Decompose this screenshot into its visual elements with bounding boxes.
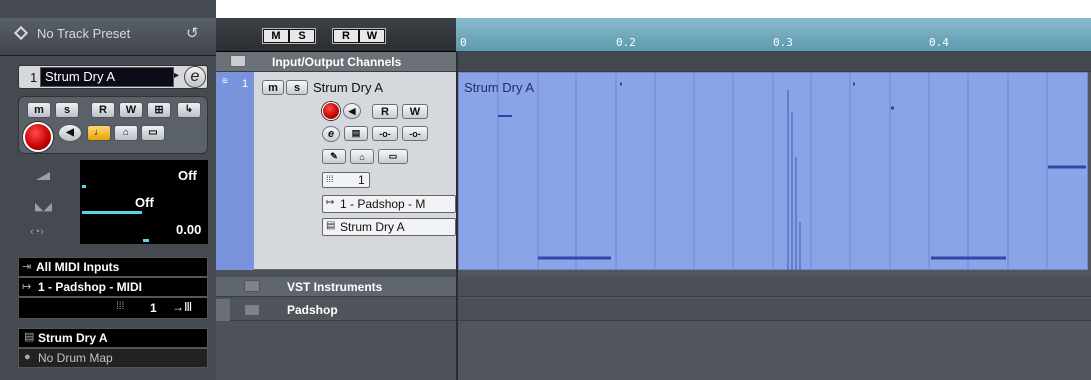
input-routing-label: All MIDI Inputs <box>36 260 120 274</box>
ruler-tick-3: 0.4 <box>929 36 949 49</box>
track-solo-button[interactable]: s <box>286 80 308 95</box>
pan-position-bar <box>82 211 142 214</box>
event-display-grid-vsti <box>458 277 1091 297</box>
folder-io-label: Input/Output Channels <box>272 55 402 69</box>
freeze-icon: ⊞ <box>154 103 164 116</box>
event-display-grid-padshop <box>458 299 1091 321</box>
global-mute-label: M <box>264 30 288 42</box>
folder-icon <box>230 55 246 67</box>
velocity-spikes <box>787 90 801 270</box>
track-output-icon: ↦ <box>326 197 335 208</box>
record-enable-button[interactable] <box>23 122 53 152</box>
read-button[interactable]: R <box>91 102 115 118</box>
track-row[interactable] <box>254 72 456 270</box>
volume-level-bar <box>82 185 86 188</box>
channel-piano-icon[interactable]: →Ⅲ <box>172 300 192 314</box>
track-lanes-icon: ▤ <box>351 128 361 138</box>
timebase-button[interactable]: ♩ <box>87 125 111 141</box>
track-number: 1 <box>30 70 38 85</box>
track-lanes-button[interactable]: ▤ <box>344 126 368 141</box>
volume-icon <box>36 172 50 180</box>
track-output-label: 1 - Padshop - M <box>340 197 426 211</box>
output-route-icon: ↳ <box>184 104 194 115</box>
write-button[interactable]: W <box>119 102 143 118</box>
track-lock-button[interactable]: ⌂ <box>350 149 374 164</box>
speaker-icon: ◀ <box>66 127 74 138</box>
delay-icon: ‹◔› <box>30 226 44 238</box>
track-monitor-button[interactable]: ◀ <box>343 103 361 119</box>
track-sends-icon: -o- <box>409 128 421 139</box>
folder-padshop-label: Padshop <box>287 303 338 317</box>
track-row-name: Strum Dry A <box>313 80 384 95</box>
lock-icon: ⌂ <box>122 127 130 138</box>
track-name-text: Strum Dry A <box>45 69 116 84</box>
track-lane-display-button[interactable]: ▭ <box>378 149 408 164</box>
track-program-icon: ▤ <box>326 220 336 231</box>
track-insert-button[interactable]: -o- <box>372 126 398 141</box>
lane-icon: ▭ <box>148 127 158 138</box>
folder-vsti-label: VST Instruments <box>287 280 383 294</box>
track-insert-icon: -o- <box>379 128 391 139</box>
track-channel-value: 1 <box>358 173 365 187</box>
program-icon: ▤ <box>24 331 35 343</box>
channel-icon: ⁞⁞⁞ <box>116 301 125 312</box>
track-row-selected-stripe <box>216 72 254 270</box>
track-write-button[interactable]: W <box>402 104 428 119</box>
monitor-button[interactable]: ◀ <box>58 124 82 142</box>
track-lane-icon: ▭ <box>388 151 398 161</box>
drum-map-label: No Drum Map <box>38 351 113 365</box>
input-routing-icon: ⇥ <box>22 261 32 273</box>
solo-button[interactable]: s <box>55 102 79 118</box>
global-read-write-group[interactable]: R W <box>332 28 386 44</box>
output-routing-label: 1 - Padshop - MIDI <box>38 280 143 294</box>
track-mute-button[interactable]: m <box>262 80 284 95</box>
mute-button[interactable]: m <box>27 102 51 118</box>
delay-position-bar <box>143 239 149 242</box>
track-edit-button[interactable]: e <box>322 126 340 142</box>
lane-button[interactable]: ▭ <box>141 125 165 141</box>
output-route-button[interactable]: ↳ <box>177 102 201 118</box>
output-routing-icon: ↦ <box>22 281 32 293</box>
folder-padshop-icon <box>244 304 260 316</box>
global-read-label: R <box>334 30 358 42</box>
program-label: Strum Dry A <box>38 331 108 345</box>
channel-value[interactable]: 1 <box>150 301 157 315</box>
track-speaker-icon: ◀ <box>348 105 356 116</box>
volume-value: Off <box>178 168 197 183</box>
cubase-project-window: { "inspector": { "track_preset": "No Tra… <box>0 0 1091 380</box>
folder-padshop-stripe <box>216 299 230 321</box>
track-sends-button[interactable]: -o- <box>402 126 428 141</box>
track-record-button[interactable] <box>322 102 340 120</box>
reset-icon[interactable]: ↺ <box>186 24 199 42</box>
ruler-tick-0: 0 <box>460 36 467 49</box>
track-channel-icon: ⁞⁞⁞ <box>326 174 334 184</box>
track-name-arrow-icon: ▸ <box>174 70 180 81</box>
pan-value: Off <box>135 195 154 210</box>
midi-part-grid <box>497 72 1086 270</box>
track-row-number: 1 <box>242 78 249 90</box>
drum-map-icon: ● <box>24 351 31 363</box>
delay-value: 0.00 <box>176 222 202 237</box>
ruler-tick-2: 0.3 <box>773 36 793 49</box>
freeze-button[interactable]: ⊞ <box>147 102 171 118</box>
track-draw-button[interactable]: ✎ <box>322 149 346 164</box>
pan-icon: ◣◢ <box>35 201 52 213</box>
folder-vsti-icon <box>244 280 260 292</box>
pencil-icon: ✎ <box>330 151 338 161</box>
global-mute-solo-group[interactable]: M S <box>262 28 316 44</box>
global-write-label: W <box>360 30 384 42</box>
ruler-tick-1: 0.2 <box>616 36 636 49</box>
beat-lines <box>497 72 1048 270</box>
event-display-grid-io <box>458 52 1091 72</box>
track-preset-label: No Track Preset <box>37 26 131 41</box>
track-read-button[interactable]: R <box>372 104 398 119</box>
track-lock-icon: ⌂ <box>359 151 365 162</box>
track-program-label: Strum Dry A <box>340 220 405 234</box>
note-icon: ♩ <box>94 127 104 138</box>
global-solo-label: S <box>290 30 314 42</box>
lock-button[interactable]: ⌂ <box>114 125 138 141</box>
track-type-icon: ≡ <box>222 76 228 87</box>
edit-instrument-icon[interactable]: e <box>184 66 206 88</box>
